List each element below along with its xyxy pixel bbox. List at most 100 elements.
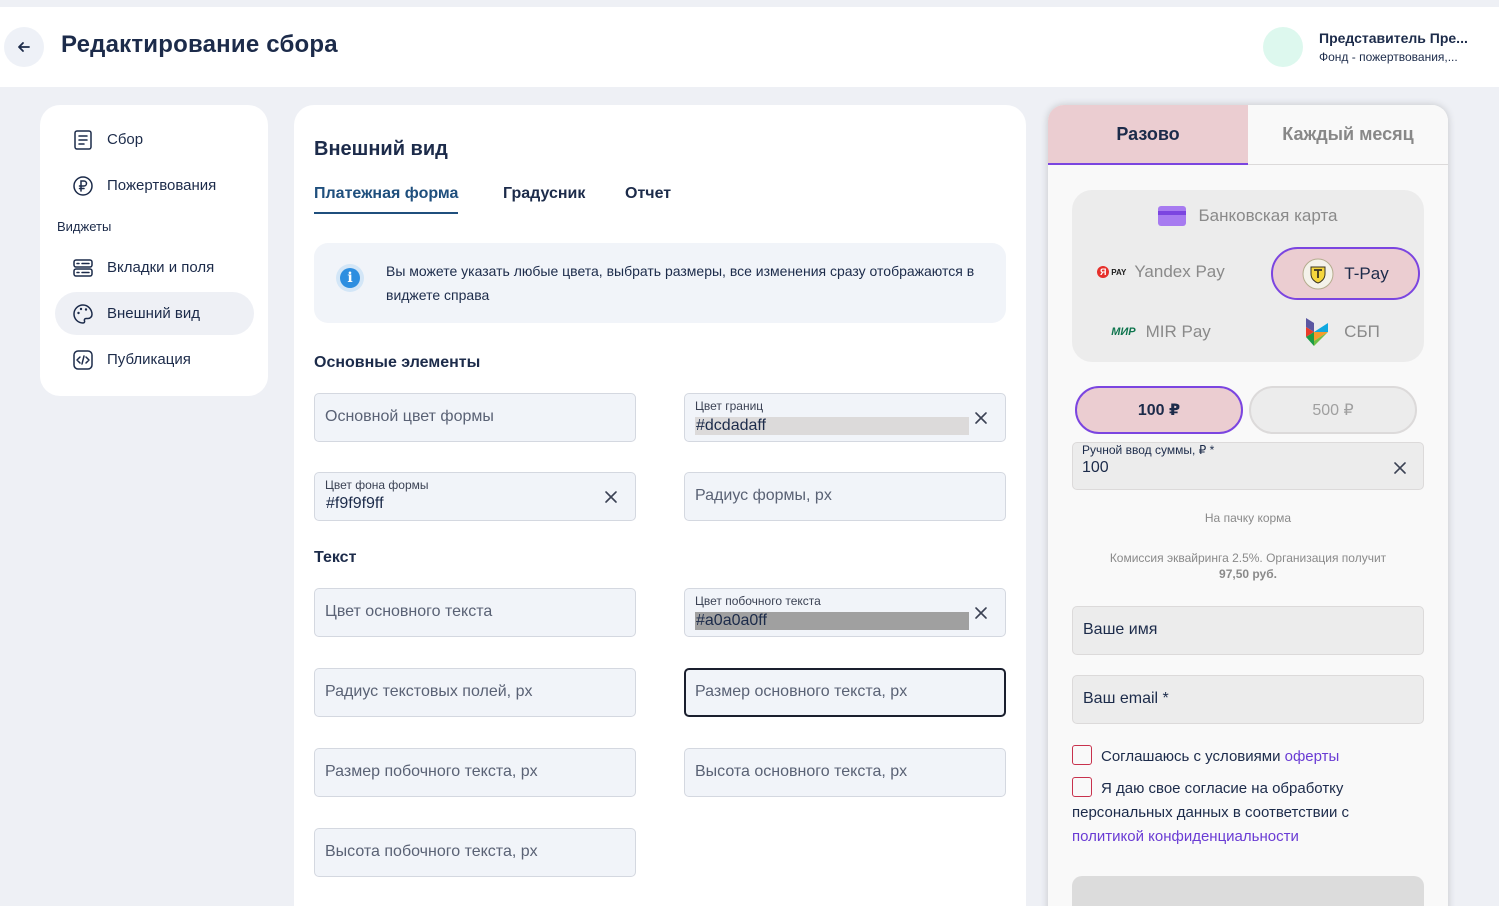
privacy-consent-row: Я даю свое согласие на обработку персона… bbox=[1072, 777, 1424, 849]
field-placeholder: Радиус формы, px bbox=[695, 487, 832, 504]
main-text-height-field[interactable]: Высота основного текста, px bbox=[684, 748, 1006, 797]
side-text-size-field[interactable]: Размер побочного текста, px bbox=[314, 748, 636, 797]
tab-once[interactable]: Разово bbox=[1048, 105, 1248, 165]
side-text-color-field[interactable]: Цвет побочного текста #a0a0a0ff bbox=[684, 588, 1006, 637]
side-text-height-field[interactable]: Высота побочного текста, px bbox=[314, 828, 636, 877]
widget-preview: Разово Каждый месяц Банковская карта Я P… bbox=[1048, 105, 1448, 906]
main-color-field[interactable]: Основной цвет формы bbox=[314, 393, 636, 442]
ruble-icon bbox=[73, 175, 93, 196]
main-text-size-field[interactable]: Размер основного текста, px bbox=[684, 668, 1006, 717]
offer-text: Соглашаюсь с условиями bbox=[1101, 748, 1281, 765]
user-name[interactable]: Представитель Пре... bbox=[1319, 30, 1489, 46]
field-placeholder: Цвет основного текста bbox=[325, 603, 493, 620]
field-value: #f9f9f9ff bbox=[326, 495, 384, 512]
sbp-icon bbox=[1306, 318, 1329, 346]
tab-thermometer[interactable]: Градусник bbox=[503, 185, 585, 203]
payment-yandex[interactable]: Я PAY Yandex Pay bbox=[1076, 247, 1246, 297]
name-input[interactable]: Ваше имя bbox=[1072, 606, 1424, 655]
palette-icon bbox=[73, 303, 93, 324]
yandex-pay-icon: Я PAY bbox=[1097, 266, 1126, 278]
sidebar-section-widgets: Виджеты bbox=[57, 219, 112, 234]
offer-link[interactable]: оферты bbox=[1285, 748, 1340, 765]
avatar[interactable] bbox=[1263, 27, 1303, 67]
sidebar-item-label: Внешний вид bbox=[107, 305, 200, 322]
offer-consent-row: Соглашаюсь с условиями оферты bbox=[1072, 745, 1424, 769]
section-text: Текст bbox=[314, 549, 357, 566]
privacy-checkbox[interactable] bbox=[1072, 777, 1092, 797]
border-color-field[interactable]: Цвет границ #dcdadaff bbox=[684, 393, 1006, 442]
field-placeholder: Радиус текстовых полей, px bbox=[325, 683, 533, 700]
credit-card-icon bbox=[1158, 206, 1187, 226]
arrow-left-icon bbox=[18, 42, 30, 52]
tab-report[interactable]: Отчет bbox=[625, 185, 671, 203]
field-placeholder: Ваш email * bbox=[1083, 690, 1169, 707]
field-label: Ручной ввод суммы, ₽ * bbox=[1082, 443, 1215, 457]
privacy-text: Я даю свое согласие на обработку персона… bbox=[1072, 780, 1349, 821]
field-placeholder: Основной цвет формы bbox=[325, 408, 494, 425]
payment-methods: Банковская карта Я PAY Yandex Pay T-Pay … bbox=[1072, 190, 1424, 362]
header: Редактирование сбора Представитель Пре..… bbox=[0, 7, 1499, 87]
offer-checkbox[interactable] bbox=[1072, 745, 1092, 765]
layout-icon bbox=[73, 258, 93, 277]
field-placeholder: Размер основного текста, px bbox=[695, 683, 908, 700]
sidebar-item-collection[interactable]: Сбор bbox=[55, 118, 254, 161]
section-main-elements: Основные элементы bbox=[314, 354, 481, 371]
amount-option-selected[interactable]: 100 ₽ bbox=[1075, 386, 1243, 434]
amount-option[interactable]: 500 ₽ bbox=[1249, 386, 1417, 434]
back-button[interactable] bbox=[4, 27, 44, 67]
field-label: Цвет границ bbox=[695, 399, 764, 413]
payment-tpay[interactable]: T-Pay bbox=[1271, 247, 1420, 300]
main-text-color-field[interactable]: Цвет основного текста bbox=[314, 588, 636, 637]
receipt-icon bbox=[74, 129, 92, 150]
close-icon[interactable] bbox=[603, 489, 619, 505]
field-placeholder: Размер побочного текста, px bbox=[325, 763, 538, 780]
tab-payment-form[interactable]: Платежная форма bbox=[314, 185, 459, 214]
payment-label: MIR Pay bbox=[1145, 322, 1211, 341]
sidebar-item-appearance[interactable]: Внешний вид bbox=[55, 292, 254, 335]
email-input[interactable]: Ваш email * bbox=[1072, 675, 1424, 724]
commission-amount: 97,50 руб. bbox=[1219, 567, 1277, 581]
close-icon[interactable] bbox=[1393, 461, 1407, 475]
commission-text: Комиссия эквайринга 2.5%. Организация по… bbox=[1109, 551, 1387, 565]
submit-button[interactable] bbox=[1072, 876, 1424, 906]
sidebar-item-label: Сбор bbox=[107, 131, 144, 148]
close-icon[interactable] bbox=[973, 605, 989, 621]
sidebar-item-publication[interactable]: Публикация bbox=[55, 338, 254, 381]
section-heading: Внешний вид bbox=[314, 138, 448, 160]
mir-icon: МИР bbox=[1111, 326, 1136, 338]
input-radius-field[interactable]: Радиус текстовых полей, px bbox=[314, 668, 636, 717]
manual-amount-input[interactable]: Ручной ввод суммы, ₽ * 100 bbox=[1072, 442, 1424, 490]
field-placeholder: Ваше имя bbox=[1083, 621, 1158, 638]
privacy-link[interactable]: политикой конфиденциальности bbox=[1072, 828, 1299, 845]
purpose-text: На пачку корма bbox=[1204, 511, 1292, 525]
main-panel: Внешний вид Платежная форма Градусник От… bbox=[294, 105, 1026, 906]
field-label: Цвет побочного текста bbox=[695, 594, 821, 608]
bg-color-field[interactable]: Цвет фона формы #f9f9f9ff bbox=[314, 472, 636, 521]
code-icon bbox=[73, 349, 93, 370]
sidebar-item-tabs-fields[interactable]: Вкладки и поля bbox=[55, 246, 254, 289]
payment-sbp[interactable]: СБП bbox=[1260, 312, 1424, 352]
payment-card[interactable]: Банковская карта bbox=[1072, 200, 1424, 232]
tab-monthly[interactable]: Каждый месяц bbox=[1248, 105, 1448, 165]
sidebar-item-donations[interactable]: Пожертвования bbox=[55, 164, 254, 207]
sidebar-item-label: Вкладки и поля bbox=[107, 259, 215, 276]
form-radius-field[interactable]: Радиус формы, px bbox=[684, 472, 1006, 521]
tbank-emblem-icon bbox=[1302, 258, 1334, 289]
payment-label: Банковская карта bbox=[1198, 206, 1338, 225]
sidebar-item-label: Публикация bbox=[107, 351, 191, 368]
info-banner: i Вы можете указать любые цвета, выбрать… bbox=[314, 243, 1006, 323]
field-value: #a0a0a0ff bbox=[695, 612, 969, 630]
close-icon[interactable] bbox=[973, 410, 989, 426]
info-icon: i bbox=[336, 264, 364, 292]
page-title: Редактирование сбора bbox=[61, 31, 338, 58]
payment-label: Yandex Pay bbox=[1134, 262, 1225, 281]
info-text: Вы можете указать любые цвета, выбрать р… bbox=[386, 263, 975, 303]
payment-mir[interactable]: МИР MIR Pay bbox=[1076, 312, 1246, 352]
field-label: Цвет фона формы bbox=[325, 478, 429, 492]
field-placeholder: Высота побочного текста, px bbox=[325, 843, 538, 860]
field-value: #dcdadaff bbox=[695, 417, 969, 435]
sidebar: Сбор Пожертвования Виджеты Вкладки и пол… bbox=[40, 105, 268, 396]
user-org: Фонд - пожертвования,... bbox=[1319, 50, 1458, 64]
sidebar-item-label: Пожертвования bbox=[107, 177, 217, 194]
field-value: 100 bbox=[1082, 459, 1109, 476]
